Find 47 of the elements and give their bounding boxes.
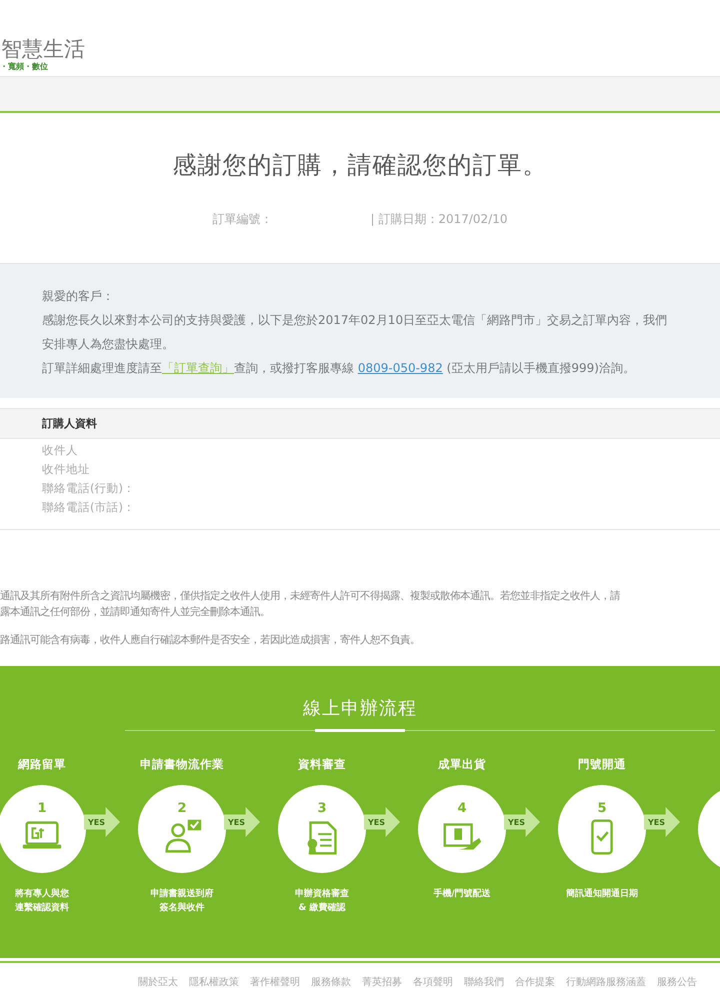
notice-text: 感謝您長久以來對本公司的支持與愛護，以下是您於2017年02月10日至亞太電信「網路門市」交易之訂單內容，我們 [42,312,668,329]
order-number-label: 訂單編號： [212,210,272,228]
footer-link[interactable]: 各項聲明 [413,975,453,988]
order-query-link[interactable]: 「訂單查詢」 [162,361,234,375]
step-number: 2 [177,800,187,816]
query-text: 訂單詳細處理進度請至 [42,361,162,375]
field-label: 收件人 [42,443,78,458]
step-title: 門號開通 [578,757,626,773]
order-date: | 訂購日期：2017/02/10 [370,210,508,228]
footer-link[interactable]: 著作權聲明 [250,975,300,988]
field-label: 聯絡電話(行動)： [42,481,135,496]
step-description: 手機/門號配送 [433,887,491,901]
step-title: 成單出貨 [438,757,486,773]
footer-link[interactable]: 菁英招募 [362,975,402,988]
disclaimer-text: 露本通訊之任何部份，並請即通知寄件人並完全刪除本通訊。 [0,605,271,620]
footer-link[interactable]: 關於亞太 [138,975,178,988]
query-text: 查詢，或撥打客服專線 [234,361,354,375]
query-text: (亞太用戶請以手機直撥999)洽詢。 [446,361,635,375]
footer-link[interactable]: 服務公告 [657,975,697,988]
disclaimer-text: 路通訊可能含有病毒，收件人應自行確認本郵件是否安全，若因此造成損害，寄件人恕不負責。 [0,633,421,648]
footer-link[interactable]: 服務條款 [311,975,351,988]
step-description: 簡訊通知開通日期 [566,887,638,901]
step-title: 資料審查 [298,757,346,773]
process-title: 線上申辦流程 [303,697,417,720]
step-number: 4 [457,800,467,816]
section-header: 訂購人資料 [0,408,720,439]
step-number: 3 [317,800,327,816]
disclaimer-text: 通訊及其所有附件所含之資訊均屬機密，僅供指定之收件人使用，未經寄件人許可不得揭露、複製或散佈本通訊。若您並非指定之收件人，請 [0,589,622,604]
footer-link[interactable]: 行動網路服務涵蓋 [566,975,646,988]
field-label: 聯絡電話(市話)： [42,500,135,515]
step-title: 網路留單 [18,757,66,773]
greeting-text: 親愛的客戶： [42,288,115,305]
page-title: 感謝您的訂購，請確認您的訂單。 [172,150,548,181]
logo-title: 智慧生活 [1,38,85,61]
footer-link[interactable]: 聯絡我們 [464,975,504,988]
step-number: 5 [597,800,607,816]
step-title: 申請書物流作業 [140,757,224,773]
footer-link[interactable]: 合作提案 [515,975,555,988]
footer-link[interactable]: 隱私權政策 [189,975,239,988]
step-description: 將有專人與您 連繫確認資料 [15,887,69,915]
step-description: 申辦資格審查 & 繳費確認 [295,887,349,915]
phone-link[interactable]: 0809-050-982 [358,361,443,375]
field-label: 收件地址 [42,462,90,477]
step-description: 申請書親送到府 簽名與收件 [150,887,214,915]
step-number: 1 [37,800,47,816]
notice-text: 安排專人為您盡快處理。 [42,336,175,353]
logo-tagline: ・寬頻・數位 [0,61,48,72]
